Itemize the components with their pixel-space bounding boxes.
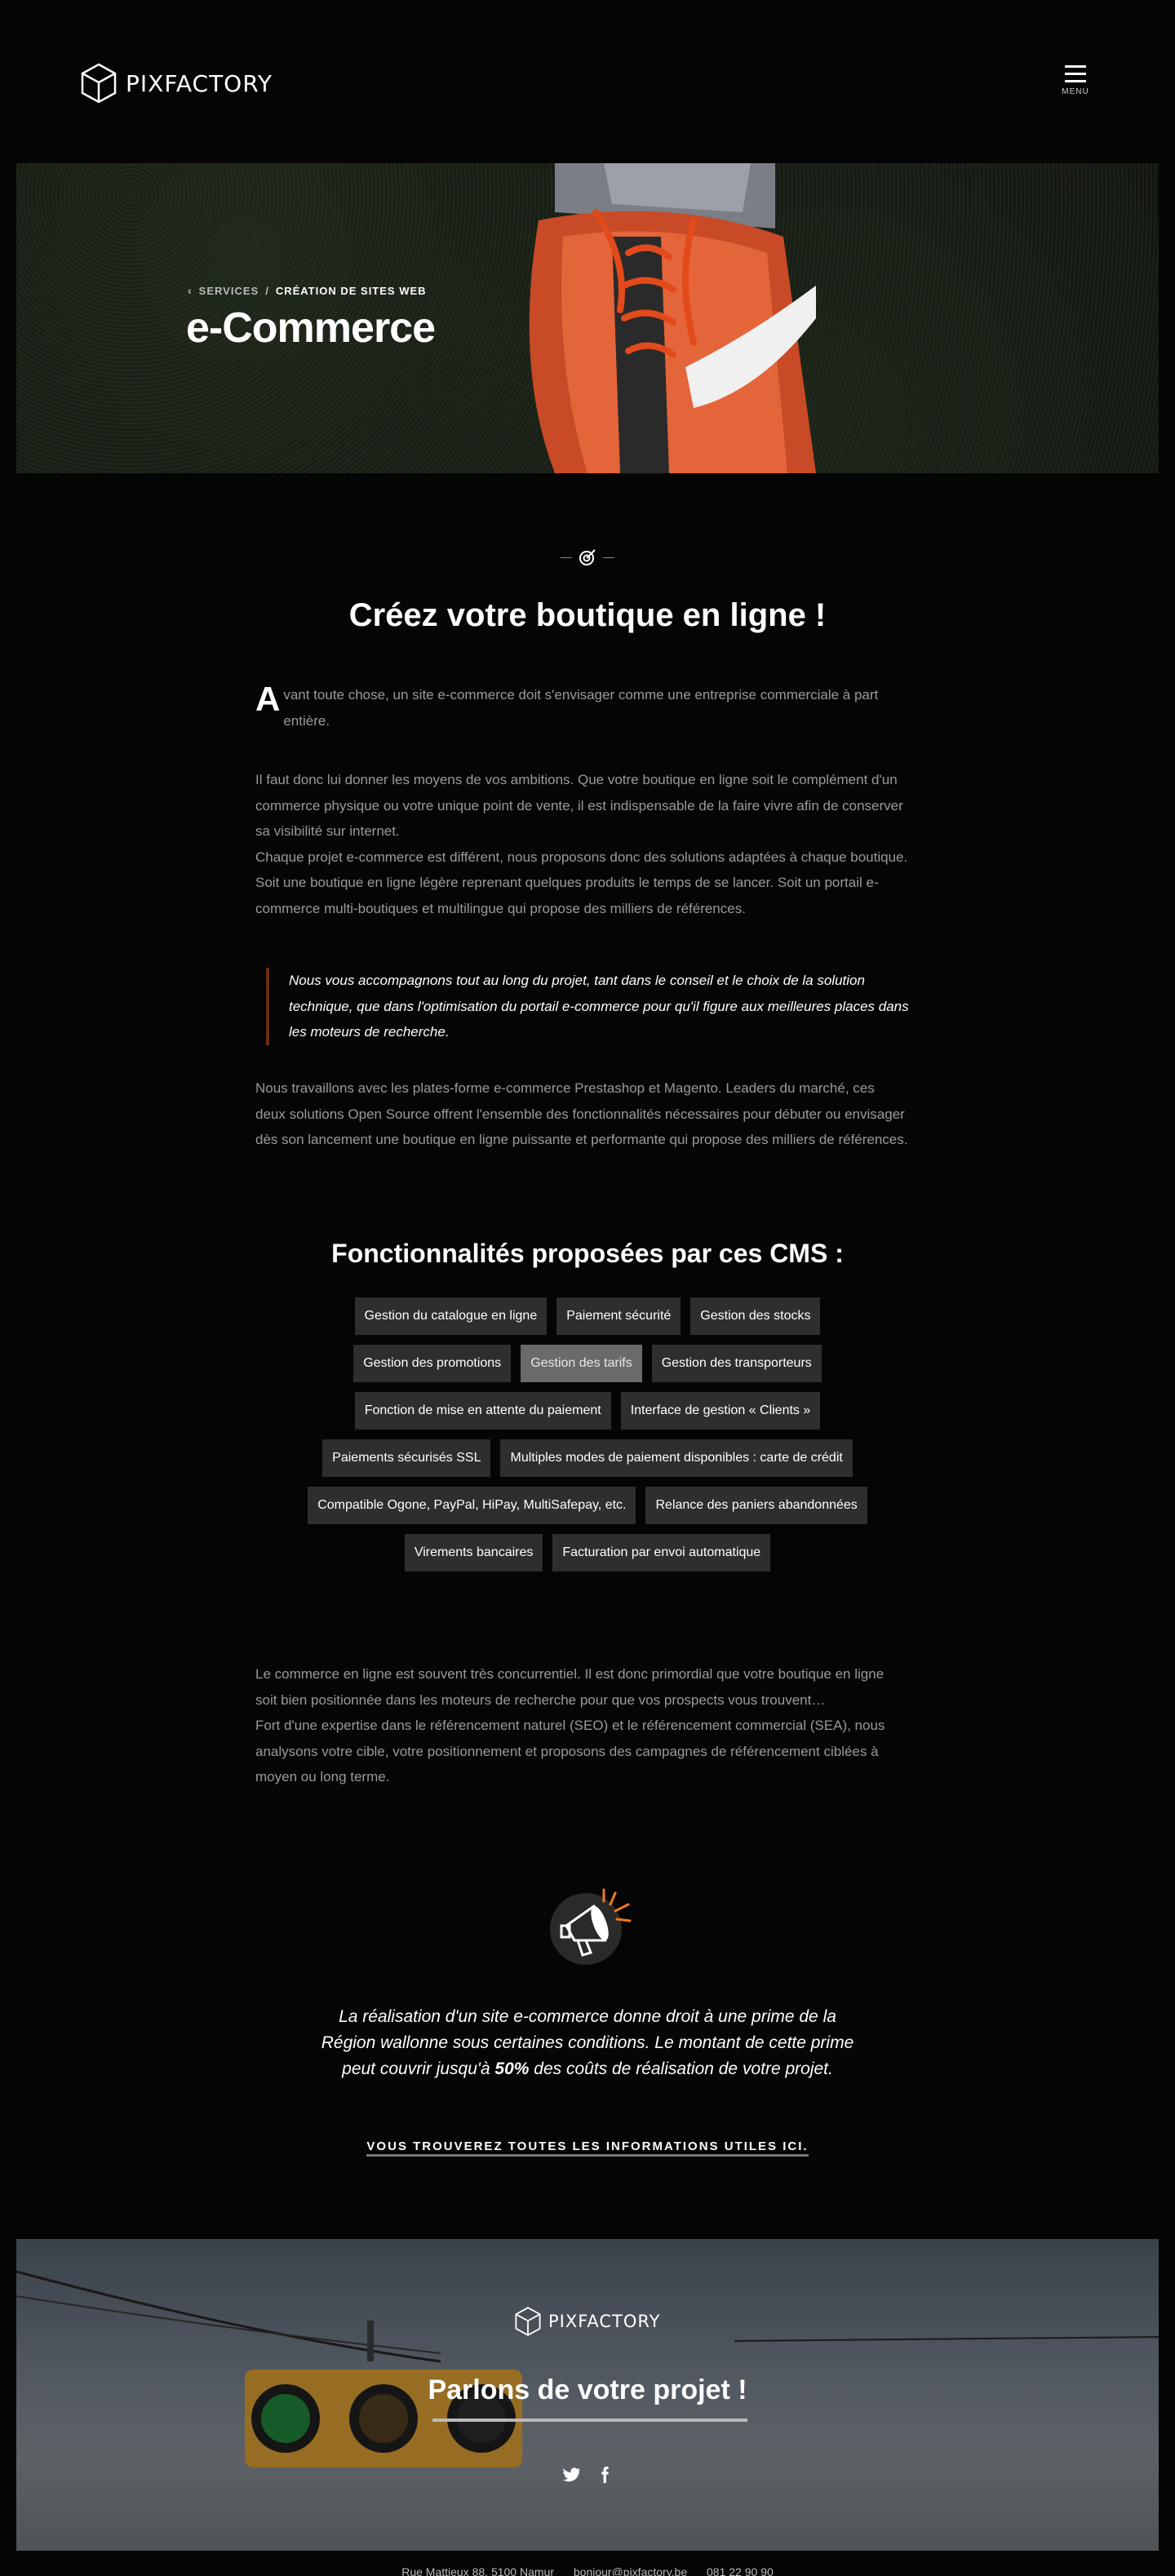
feature-tag[interactable]: Interface de gestion « Clients »: [620, 1392, 821, 1430]
hamburger-icon: [1058, 65, 1093, 82]
site-header: PIXFACTORY MENU: [0, 0, 1175, 163]
feature-tag[interactable]: Gestion des transporteurs: [651, 1345, 822, 1382]
breadcrumb-services[interactable]: SERVICES: [199, 285, 259, 297]
intro-paragraph: Avant toute chose, un site e-commerce do…: [255, 682, 908, 734]
paragraph-text: Il faut donc lui donner les moyens de vo…: [255, 772, 903, 839]
section-title: Créez votre boutique en ligne !: [348, 597, 827, 633]
feature-tag[interactable]: Multiples modes de paiement disponibles …: [500, 1439, 853, 1477]
footer-address: Rue Mattieux 88, 5100 Namur: [401, 2565, 554, 2576]
cms-features-title: Fonctionnalités proposées par ces CMS :: [331, 1239, 844, 1268]
info-link[interactable]: VOUS TROUVEREZ TOUTES LES INFORMATIONS U…: [0, 2139, 1175, 2157]
cta-title[interactable]: Parlons de votre projet !: [16, 2374, 1159, 2406]
page-title: e-Commerce: [186, 304, 436, 352]
prime-percentage: 50%: [494, 2059, 530, 2078]
logo-text: PIXFACTORY: [126, 69, 273, 97]
feature-tag[interactable]: Relance des paniers abandonnées: [645, 1487, 867, 1524]
hero-banner: ‹ SERVICES / CRÉATION DE SITES WEB e-Com…: [16, 163, 1159, 473]
breadcrumb-separator: /: [265, 284, 269, 297]
menu-button[interactable]: MENU: [1058, 65, 1093, 96]
section-divider: [558, 545, 617, 570]
feature-tag[interactable]: Facturation par envoi automatique: [552, 1534, 771, 1572]
paragraph-text: Chaque projet e-commerce est différent, …: [255, 849, 908, 916]
feature-tag[interactable]: Gestion des promotions: [353, 1345, 512, 1382]
footer-email[interactable]: bonjour@pixfactory.be: [574, 2565, 687, 2576]
paragraph-platforms: Nous travaillons avec les plates-forme e…: [255, 1080, 908, 1147]
prime-text: des coûts de réalisation de votre projet…: [529, 2059, 833, 2078]
feature-tag[interactable]: Gestion du catalogue en ligne: [354, 1297, 548, 1335]
cta-underline: [432, 2419, 747, 2422]
feature-tag[interactable]: Fonction de mise en attente du paiement: [354, 1392, 611, 1430]
paragraph-text: Le commerce en ligne est souvent très co…: [255, 1666, 885, 1708]
info-link-text[interactable]: VOUS TROUVEREZ TOUTES LES INFORMATIONS U…: [366, 2139, 809, 2157]
chevron-left-icon[interactable]: ‹: [188, 284, 193, 297]
target-icon: [579, 549, 596, 565]
feature-tag-hovered[interactable]: Gestion des tarifs: [521, 1345, 642, 1382]
footer-phone[interactable]: 081 22 90 90: [707, 2565, 774, 2576]
breadcrumb-current[interactable]: CRÉATION DE SITES WEB: [276, 285, 427, 297]
prime-info: La réalisation d'un site e-commerce donn…: [310, 2004, 865, 2082]
drop-cap: A: [255, 680, 281, 718]
paragraph-seo: Le commerce en ligne est souvent très co…: [255, 1661, 908, 1790]
cube-logo-icon: [515, 2307, 541, 2336]
feature-tags: Gestion du catalogue en ligne Paiement s…: [277, 1297, 898, 1572]
feature-tag[interactable]: Compatible Ogone, PayPal, HiPay, MultiSa…: [308, 1487, 636, 1524]
football-boot-image: [529, 163, 816, 473]
cta-logo-text: PIXFACTORY: [548, 2312, 661, 2331]
feature-tag[interactable]: Gestion des stocks: [690, 1297, 821, 1335]
intro-text: vant toute chose, un site e-commerce doi…: [283, 687, 879, 729]
feature-tag[interactable]: Virements bancaires: [404, 1534, 543, 1572]
megaphone-icon: [550, 1888, 632, 1965]
contact-cta: PIXFACTORY Parlons de votre projet !: [16, 2239, 1159, 2551]
paragraph-ambitions: Il faut donc lui donner les moyens de vo…: [255, 767, 908, 921]
highlight-quote: Nous vous accompagnons tout au long du p…: [266, 968, 919, 1045]
feature-tag[interactable]: Paiement sécurité: [556, 1297, 681, 1335]
cube-logo-icon: [81, 63, 117, 104]
site-logo[interactable]: PIXFACTORY: [80, 62, 273, 104]
social-links: [563, 2466, 614, 2484]
menu-label: MENU: [1062, 87, 1089, 96]
paragraph-text: Fort d'une expertise dans le référenceme…: [255, 1718, 885, 1785]
footer-contact: Rue Mattieux 88, 5100 Namur bonjour@pixf…: [0, 2565, 1175, 2576]
breadcrumb: ‹ SERVICES / CRÉATION DE SITES WEB: [188, 284, 427, 297]
feature-tag[interactable]: Paiements sécurisés SSL: [322, 1439, 491, 1477]
cta-logo[interactable]: PIXFACTORY: [514, 2306, 661, 2337]
twitter-icon[interactable]: [563, 2466, 581, 2484]
facebook-icon[interactable]: [596, 2466, 614, 2484]
